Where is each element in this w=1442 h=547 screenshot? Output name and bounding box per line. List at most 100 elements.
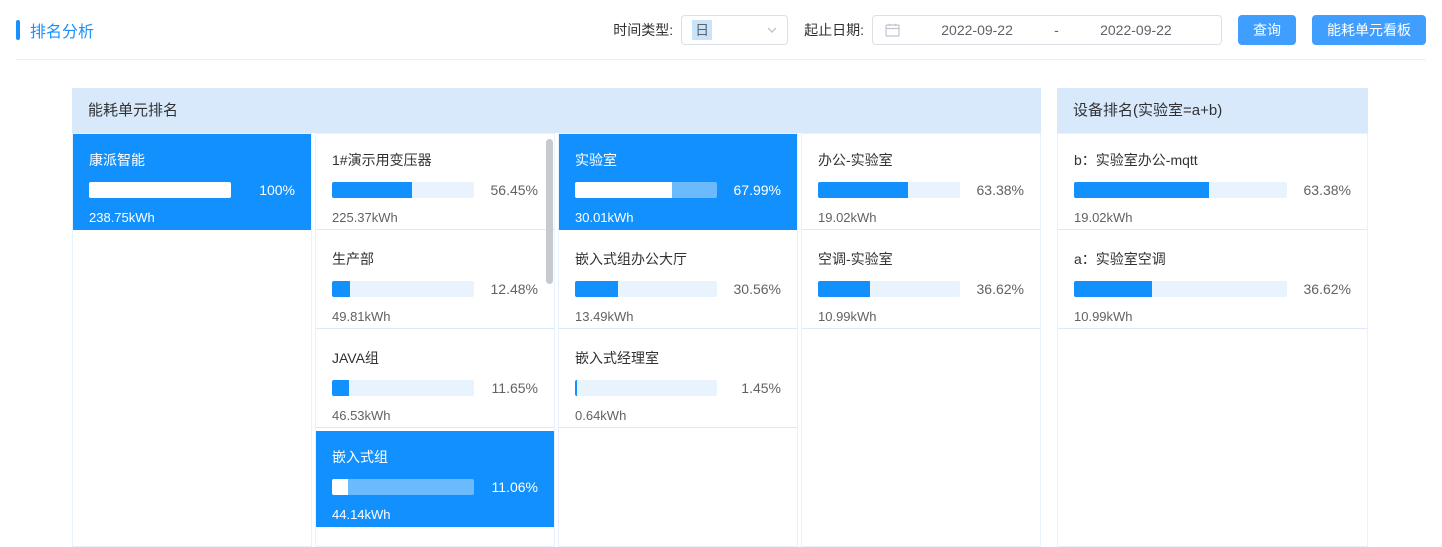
progress-fill: [332, 380, 349, 396]
progress-track: [818, 182, 960, 198]
progress-track: [332, 281, 474, 297]
time-type-label: 时间类型:: [613, 20, 673, 40]
ranking-card[interactable]: 实验室 67.99% 30.01kWh: [559, 134, 797, 230]
device-name: b：实验室办公-mqtt: [1074, 150, 1351, 170]
energy-value: 10.99kWh: [818, 309, 1024, 324]
percent-label: 12.48%: [486, 281, 538, 297]
column-scrollbar[interactable]: [546, 139, 553, 284]
unit-name: JAVA组: [332, 348, 538, 368]
progress-track: [1074, 182, 1287, 198]
progress-fill: [1074, 281, 1152, 297]
time-type-select[interactable]: 日: [681, 15, 788, 45]
percent-label: 63.38%: [972, 182, 1024, 198]
ranking-card[interactable]: 生产部 12.48% 49.81kWh: [316, 233, 554, 329]
unit-name: 生产部: [332, 249, 538, 269]
query-button[interactable]: 查询: [1238, 15, 1296, 45]
percent-label: 36.62%: [972, 281, 1024, 297]
ranking-card[interactable]: 嵌入式组 11.06% 44.14kWh: [316, 431, 554, 527]
progress-fill: [575, 182, 672, 198]
device-ranking-panel: 设备排名(实验室=a+b) b：实验室办公-mqtt 63.38% 19.02k…: [1057, 88, 1368, 547]
ranking-card[interactable]: a：实验室空调 36.62% 10.99kWh: [1058, 233, 1367, 329]
date-range-label: 起止日期:: [804, 20, 864, 40]
ranking-card[interactable]: JAVA组 11.65% 46.53kWh: [316, 332, 554, 428]
ranking-card[interactable]: 空调-实验室 36.62% 10.99kWh: [802, 233, 1040, 329]
ranking-column-4: 办公-实验室 63.38% 19.02kWh 空调-实验室: [801, 133, 1041, 547]
date-range-picker[interactable]: 2022-09-22 - 2022-09-22: [872, 15, 1222, 45]
energy-value: 13.49kWh: [575, 309, 781, 324]
progress-fill: [89, 182, 231, 198]
progress-track: [1074, 281, 1287, 297]
ranking-card[interactable]: b：实验室办公-mqtt 63.38% 19.02kWh: [1058, 134, 1367, 230]
progress-track: [575, 182, 717, 198]
progress-track: [575, 281, 717, 297]
progress-fill: [818, 281, 870, 297]
chevron-down-icon: [767, 25, 777, 35]
percent-label: 63.38%: [1299, 182, 1351, 198]
page-title-group: 排名分析: [16, 18, 94, 42]
progress-track: [575, 380, 717, 396]
unit-name: 嵌入式组办公大厅: [575, 249, 781, 269]
progress-row: 12.48%: [332, 281, 538, 297]
unit-name: 空调-实验室: [818, 249, 1024, 269]
progress-track: [818, 281, 960, 297]
progress-fill: [1074, 182, 1209, 198]
progress-row: 30.56%: [575, 281, 781, 297]
ranking-card[interactable]: 1#演示用变压器 56.45% 225.37kWh: [316, 134, 554, 230]
progress-row: 11.65%: [332, 380, 538, 396]
percent-label: 100%: [243, 182, 295, 198]
unit-ranking-panel: 能耗单元排名 康派智能 100% 238.75kWh 1#演示用变压器: [72, 88, 1041, 547]
device-panel-title: 设备排名(实验室=a+b): [1057, 88, 1368, 133]
percent-label: 30.56%: [729, 281, 781, 297]
progress-track: [89, 182, 231, 198]
unit-name: 嵌入式经理室: [575, 348, 781, 368]
page-title: 排名分析: [30, 18, 94, 42]
dashboard-button[interactable]: 能耗单元看板: [1312, 15, 1426, 45]
unit-name: 康派智能: [89, 150, 295, 170]
energy-value: 44.14kWh: [332, 507, 538, 522]
ranking-card[interactable]: 办公-实验室 63.38% 19.02kWh: [802, 134, 1040, 230]
device-column: b：实验室办公-mqtt 63.38% 19.02kWh a：实验室空调: [1057, 133, 1368, 547]
calendar-icon: [885, 23, 900, 37]
ranking-column-3: 实验室 67.99% 30.01kWh 嵌入式组办公大厅: [558, 133, 798, 547]
unit-name: 办公-实验室: [818, 150, 1024, 170]
percent-label: 36.62%: [1299, 281, 1351, 297]
ranking-card[interactable]: 康派智能 100% 238.75kWh: [73, 134, 311, 230]
progress-fill: [575, 380, 577, 396]
energy-value: 19.02kWh: [818, 210, 1024, 225]
progress-fill: [332, 479, 348, 495]
filter-controls: 时间类型: 日 起止日期: 2022-09-22 - 2022-09-22: [613, 15, 1426, 45]
progress-fill: [332, 281, 350, 297]
device-name: a：实验室空调: [1074, 249, 1351, 269]
start-date: 2022-09-22: [904, 22, 1050, 38]
unit-name: 实验室: [575, 150, 781, 170]
percent-label: 11.65%: [486, 380, 538, 396]
percent-label: 11.06%: [486, 479, 538, 495]
energy-value: 46.53kWh: [332, 408, 538, 423]
progress-fill: [332, 182, 412, 198]
ranking-card[interactable]: 嵌入式组办公大厅 30.56% 13.49kWh: [559, 233, 797, 329]
energy-value: 225.37kWh: [332, 210, 538, 225]
progress-row: 56.45%: [332, 182, 538, 198]
progress-row: 100%: [89, 182, 295, 198]
date-range-group: 起止日期: 2022-09-22 - 2022-09-22: [804, 15, 1222, 45]
main-content: 能耗单元排名 康派智能 100% 238.75kWh 1#演示用变压器: [72, 88, 1442, 547]
progress-track: [332, 182, 474, 198]
ranking-card[interactable]: 嵌入式经理室 1.45% 0.64kWh: [559, 332, 797, 428]
ranking-column-1: 康派智能 100% 238.75kWh: [72, 133, 312, 547]
percent-label: 67.99%: [729, 182, 781, 198]
percent-label: 1.45%: [729, 380, 781, 396]
energy-value: 0.64kWh: [575, 408, 781, 423]
progress-row: 1.45%: [575, 380, 781, 396]
unit-name: 嵌入式组: [332, 447, 538, 467]
progress-row: 67.99%: [575, 182, 781, 198]
ranking-column-2[interactable]: 1#演示用变压器 56.45% 225.37kWh 生产部: [315, 133, 555, 547]
progress-fill: [575, 281, 618, 297]
title-accent-bar: [16, 20, 20, 40]
progress-row: 63.38%: [818, 182, 1024, 198]
progress-row: 11.06%: [332, 479, 538, 495]
time-type-group: 时间类型: 日: [613, 15, 788, 45]
unit-panel-title: 能耗单元排名: [72, 88, 1041, 133]
unit-name: 1#演示用变压器: [332, 150, 538, 170]
progress-track: [332, 479, 474, 495]
date-separator: -: [1054, 22, 1059, 38]
